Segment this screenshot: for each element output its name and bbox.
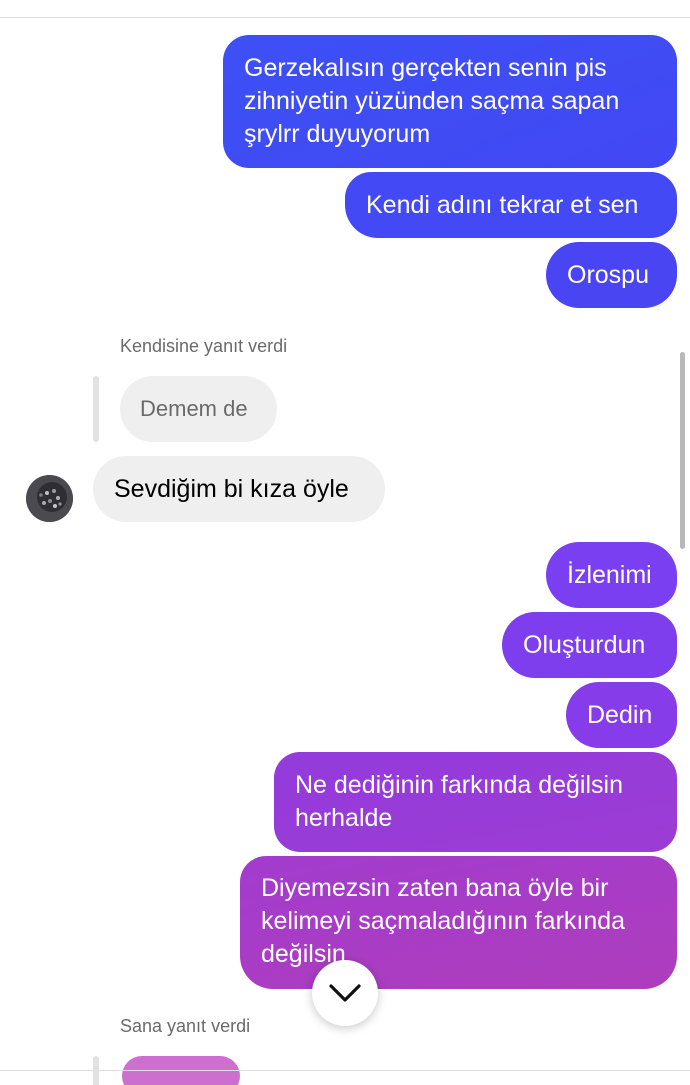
reply-label-2: Sana yanıt verdi	[120, 1016, 251, 1036]
scroll-to-bottom-button[interactable]	[312, 960, 378, 1026]
message-line: herhalde	[295, 804, 393, 832]
message-text: İzlenimi	[567, 561, 652, 589]
incoming-message[interactable]: Sevdiğim bi kıza öyle	[93, 456, 385, 522]
contact-avatar[interactable]	[26, 475, 73, 522]
outgoing-message-2[interactable]: Kendi adını tekrar et sen	[345, 172, 677, 238]
message-line: Gerzekalısın gerçekten senin pis	[244, 54, 607, 82]
message-line: Ne dediğinin farkında değilsin	[295, 771, 623, 799]
outgoing-message-7[interactable]: Ne dediğinin farkında değilsin herhalde	[274, 752, 677, 852]
outgoing-message-1[interactable]: Gerzekalısın gerçekten senin pis zihniye…	[223, 35, 677, 168]
outgoing-message-5[interactable]: Oluşturdun	[502, 612, 677, 678]
message-line: şrylrr duyuyorum	[244, 120, 431, 148]
chevron-down-icon	[329, 984, 361, 1002]
message-line: kelimeyi saçmaladığının farkında	[261, 907, 626, 935]
outgoing-message-3[interactable]: Orospu	[546, 242, 677, 308]
bottom-divider	[0, 1070, 690, 1071]
outgoing-message-4[interactable]: İzlenimi	[546, 542, 677, 608]
top-divider	[0, 17, 690, 18]
scrollbar-thumb[interactable]	[680, 352, 685, 549]
outgoing-message-6[interactable]: Dedin	[566, 682, 677, 748]
message-text: Kendi adını tekrar et sen	[366, 191, 639, 219]
message-line: değilsin	[261, 940, 346, 968]
reply-indicator-bar	[93, 376, 99, 442]
message-text: Oluşturdun	[523, 631, 646, 659]
message-text: Dedin	[587, 701, 653, 729]
message-line: zihniyetin yüzünden saçma sapan	[244, 87, 620, 115]
reply-label: Kendisine yanıt verdi	[120, 336, 288, 356]
avatar-image	[26, 475, 73, 522]
chat-screen: Gerzekalısın gerçekten senin pis zihniye…	[0, 0, 690, 1085]
message-text: Sevdiğim bi kıza öyle	[114, 475, 349, 503]
message-line: Diyemezsin zaten bana öyle bir	[261, 874, 609, 902]
quoted-message[interactable]: Demem de	[120, 376, 277, 442]
outgoing-message-8[interactable]: Diyemezsin zaten bana öyle bir kelimeyi …	[240, 856, 677, 989]
message-text: Orospu	[567, 261, 649, 289]
